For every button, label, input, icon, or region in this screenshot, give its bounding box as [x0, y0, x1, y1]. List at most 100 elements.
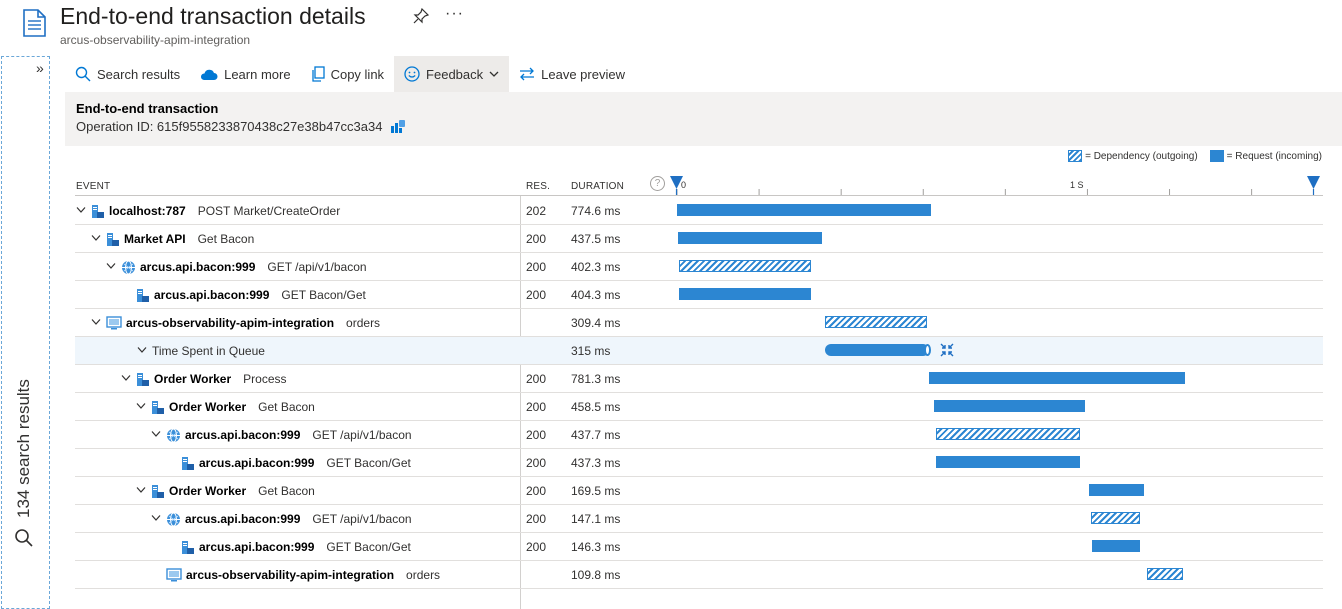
server-icon	[151, 484, 165, 499]
event-operation: Process	[243, 372, 287, 386]
duration-value: 309.4 ms	[571, 316, 621, 330]
expand-pane-icon[interactable]: »	[36, 60, 44, 76]
search-results-pane-label[interactable]: 134 search results	[14, 379, 34, 548]
copy-link-label: Copy link	[330, 66, 385, 82]
event-operation: Get Bacon	[258, 400, 315, 414]
transaction-row[interactable]: localhost:787 POST Market/CreateOrder 202 7…	[75, 197, 1323, 225]
copy-link-button[interactable]: Copy link	[301, 56, 394, 92]
event-cell: arcus.api.bacon:999 GET Bacon/Get	[165, 533, 411, 561]
transaction-row[interactable]: arcus.api.bacon:999 GET Bacon/Get 200 437.3…	[75, 449, 1323, 477]
expand-chevron-icon[interactable]	[105, 262, 117, 273]
transaction-row[interactable]: arcus-observability-apim-integration orde…	[75, 561, 1323, 589]
transaction-row[interactable]: arcus.api.bacon:999 GET /api/v1/bacon 200 4…	[75, 253, 1323, 281]
tick-label-1s: 1 S	[1070, 180, 1084, 190]
request-bar[interactable]	[934, 400, 1085, 412]
legend-dependency-label: = Dependency (outgoing)	[1085, 150, 1198, 162]
expand-chevron-icon[interactable]	[90, 318, 102, 329]
request-bar[interactable]	[936, 456, 1080, 468]
event-cell: arcus.api.bacon:999 GET Bacon/Get	[165, 449, 411, 477]
globe-icon	[166, 512, 181, 527]
expand-chevron-icon[interactable]	[75, 206, 87, 217]
event-cell: Order Worker Get Bacon	[135, 477, 315, 505]
copy-icon	[311, 66, 325, 82]
tick-label-0: 0	[681, 180, 686, 190]
server-icon	[91, 204, 105, 219]
request-bar[interactable]	[678, 288, 812, 300]
dependency-bar[interactable]	[825, 316, 927, 328]
dependency-bar[interactable]	[1146, 568, 1183, 580]
expand-chevron-icon[interactable]	[136, 346, 148, 357]
expand-chevron-icon[interactable]	[120, 374, 132, 385]
duration-value: 109.8 ms	[571, 568, 621, 582]
timeline-end-handle[interactable]	[1307, 176, 1320, 189]
cloud-icon	[201, 69, 218, 80]
event-name: arcus.api.bacon:999	[185, 512, 301, 526]
dependency-bar[interactable]	[1091, 512, 1140, 524]
leave-preview-label: Leave preview	[541, 66, 625, 82]
request-bar[interactable]	[1088, 484, 1145, 496]
smiley-icon	[404, 66, 420, 82]
expand-chevron-icon[interactable]	[135, 402, 147, 413]
transaction-row[interactable]: arcus-observability-apim-integration orde…	[75, 309, 1323, 337]
transaction-row[interactable]: Order Worker Process 200 781.3 ms	[75, 365, 1323, 393]
duration-value: 437.3 ms	[571, 456, 621, 470]
transaction-row[interactable]: Market API Get Bacon 200 437.5 ms	[75, 225, 1323, 253]
server-icon	[106, 232, 120, 247]
feedback-button[interactable]: Feedback	[394, 56, 510, 92]
result-code: 200	[526, 372, 547, 386]
queue-bar[interactable]	[825, 344, 929, 356]
result-code: 202	[526, 204, 547, 218]
event-name: Time Spent in Queue	[152, 344, 265, 358]
expand-chevron-icon[interactable]	[135, 486, 147, 497]
transaction-row[interactable]: arcus.api.bacon:999 GET Bacon/Get 200 404.3…	[75, 281, 1323, 309]
transaction-row[interactable]: arcus.api.bacon:999 GET /api/v1/bacon 200 4…	[75, 421, 1323, 449]
request-bar[interactable]	[677, 232, 822, 244]
server-icon	[136, 288, 150, 303]
feedback-label: Feedback	[426, 66, 484, 82]
request-bar[interactable]	[928, 372, 1186, 384]
column-header-res[interactable]: RES.	[526, 181, 550, 192]
server-icon	[181, 540, 195, 555]
collapse-arrows-icon[interactable]	[940, 343, 954, 357]
transaction-row[interactable]: Order Worker Get Bacon 200 169.5 ms	[75, 477, 1323, 505]
legend-request-label: = Request (incoming)	[1226, 150, 1322, 162]
server-icon	[181, 456, 195, 471]
copy-operation-id-icon[interactable]	[390, 118, 406, 134]
duration-value: 437.5 ms	[571, 232, 621, 246]
event-operation: GET /api/v1/bacon	[312, 428, 412, 442]
transaction-row[interactable]: arcus.api.bacon:999 GET Bacon/Get 200 146.3…	[75, 533, 1323, 561]
dependency-bar[interactable]	[678, 260, 811, 272]
leave-preview-button[interactable]: Leave preview	[509, 56, 635, 92]
search-icon	[75, 66, 91, 82]
event-cell: arcus.api.bacon:999 GET /api/v1/bacon	[105, 253, 367, 281]
learn-more-button[interactable]: Learn more	[190, 56, 300, 92]
page-title: End-to-end transaction details	[60, 3, 366, 29]
request-bar[interactable]	[677, 204, 932, 216]
dependency-bar[interactable]	[936, 428, 1081, 440]
event-name: arcus.api.bacon:999	[185, 428, 301, 442]
page-subtitle: arcus-observability-apim-integration	[60, 33, 251, 47]
event-cell: localhost:787 POST Market/CreateOrder	[75, 197, 340, 225]
more-options-button[interactable]: ···	[445, 5, 464, 23]
transaction-row[interactable]: Order Worker Get Bacon 200 458.5 ms	[75, 393, 1323, 421]
search-results-button[interactable]: Search results	[65, 56, 190, 92]
transaction-row[interactable]: Time Spent in Queue 315 ms	[75, 337, 1323, 365]
result-code: 200	[526, 512, 547, 526]
expand-chevron-icon[interactable]	[90, 234, 102, 245]
event-cell: arcus.api.bacon:999 GET /api/v1/bacon	[150, 421, 412, 449]
duration-value: 404.3 ms	[571, 288, 621, 302]
pin-icon[interactable]	[413, 8, 429, 24]
expand-chevron-icon[interactable]	[150, 430, 162, 441]
search-results-count: 134 search results	[14, 379, 33, 518]
transaction-header: End-to-end transaction Operation ID: 615…	[65, 92, 1342, 146]
event-name: arcus.api.bacon:999	[140, 260, 256, 274]
event-operation: GET Bacon/Get	[326, 540, 411, 554]
column-header-event[interactable]: EVENT	[76, 181, 110, 192]
expand-chevron-icon[interactable]	[150, 514, 162, 525]
column-header-duration[interactable]: DURATION	[571, 181, 624, 192]
transaction-row[interactable]: arcus.api.bacon:999 GET /api/v1/bacon 200 1…	[75, 505, 1323, 533]
event-name: arcus.api.bacon:999	[199, 540, 315, 554]
request-bar[interactable]	[1091, 540, 1140, 552]
duration-value: 315 ms	[571, 344, 611, 358]
event-operation: Get Bacon	[197, 232, 255, 246]
